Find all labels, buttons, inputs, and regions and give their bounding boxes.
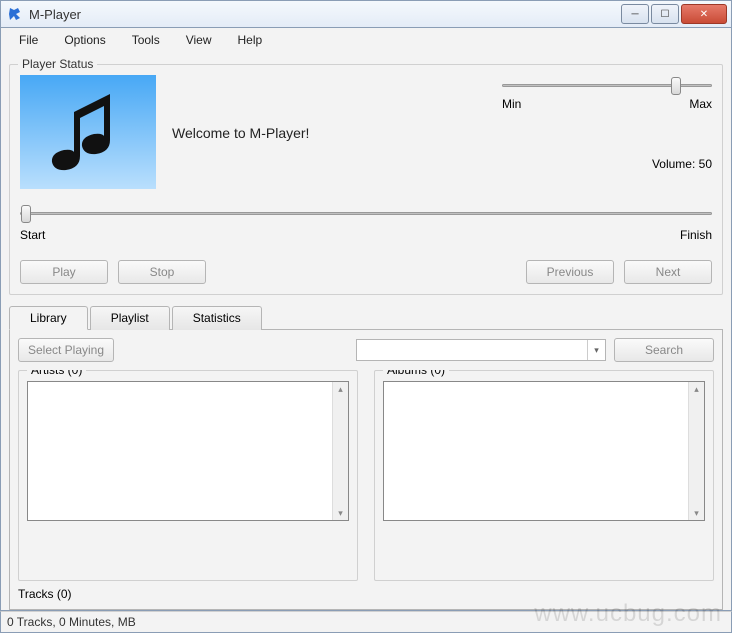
app-icon — [7, 6, 23, 22]
play-button[interactable]: Play — [20, 260, 108, 284]
albums-legend: Albums (0) — [383, 370, 449, 377]
scroll-up-icon: ▴ — [690, 382, 704, 396]
window-controls: ─ ☐ ✕ — [621, 4, 727, 24]
menu-options[interactable]: Options — [54, 30, 115, 50]
menu-file[interactable]: File — [9, 30, 48, 50]
tab-playlist[interactable]: Playlist — [90, 306, 170, 330]
menu-tools[interactable]: Tools — [122, 30, 170, 50]
music-note-icon — [38, 82, 138, 182]
album-art — [20, 75, 156, 189]
tab-statistics[interactable]: Statistics — [172, 306, 262, 330]
progress-slider[interactable] — [20, 203, 712, 223]
statusbar: 0 Tracks, 0 Minutes, MB — [0, 611, 732, 633]
search-button[interactable]: Search — [614, 338, 714, 362]
chevron-down-icon: ▾ — [587, 340, 605, 360]
scroll-down-icon: ▾ — [334, 506, 348, 520]
next-button[interactable]: Next — [624, 260, 712, 284]
menubar: File Options Tools View Help — [0, 28, 732, 52]
progress-start-label: Start — [20, 228, 45, 242]
maximize-button[interactable]: ☐ — [651, 4, 679, 24]
scrollbar[interactable]: ▴ ▾ — [332, 382, 348, 520]
progress-finish-label: Finish — [680, 228, 712, 242]
menu-view[interactable]: View — [176, 30, 222, 50]
volume-slider[interactable] — [502, 75, 712, 95]
search-combo[interactable]: ▾ — [356, 339, 606, 361]
player-status-group: Player Status Min Max Welco — [9, 64, 723, 295]
volume-value-label: Volume: 50 — [172, 157, 712, 171]
tracks-legend: Tracks (0) — [18, 587, 714, 601]
volume-min-label: Min — [502, 97, 521, 111]
tab-library[interactable]: Library — [9, 306, 88, 330]
scroll-up-icon: ▴ — [334, 382, 348, 396]
previous-button[interactable]: Previous — [526, 260, 614, 284]
artists-legend: Artists (0) — [27, 370, 86, 377]
window-title: M-Player — [29, 7, 621, 22]
menu-help[interactable]: Help — [228, 30, 273, 50]
select-playing-button[interactable]: Select Playing — [18, 338, 114, 362]
volume-max-label: Max — [689, 97, 712, 111]
albums-listbox[interactable]: ▴ ▾ — [383, 381, 705, 521]
library-panel: Select Playing ▾ Search Artists (0) ▴ ▾ … — [9, 330, 723, 610]
albums-group: Albums (0) ▴ ▾ — [374, 370, 714, 581]
stop-button[interactable]: Stop — [118, 260, 206, 284]
scroll-down-icon: ▾ — [690, 506, 704, 520]
client-area: Player Status Min Max Welco — [0, 52, 732, 611]
player-status-legend: Player Status — [18, 57, 97, 71]
tabs: Library Playlist Statistics — [9, 305, 723, 330]
scrollbar[interactable]: ▴ ▾ — [688, 382, 704, 520]
minimize-button[interactable]: ─ — [621, 4, 649, 24]
statusbar-text: 0 Tracks, 0 Minutes, MB — [7, 615, 136, 629]
artists-group: Artists (0) ▴ ▾ — [18, 370, 358, 581]
titlebar: M-Player ─ ☐ ✕ — [0, 0, 732, 28]
welcome-message: Welcome to M-Player! — [172, 125, 712, 141]
close-button[interactable]: ✕ — [681, 4, 727, 24]
artists-listbox[interactable]: ▴ ▾ — [27, 381, 349, 521]
